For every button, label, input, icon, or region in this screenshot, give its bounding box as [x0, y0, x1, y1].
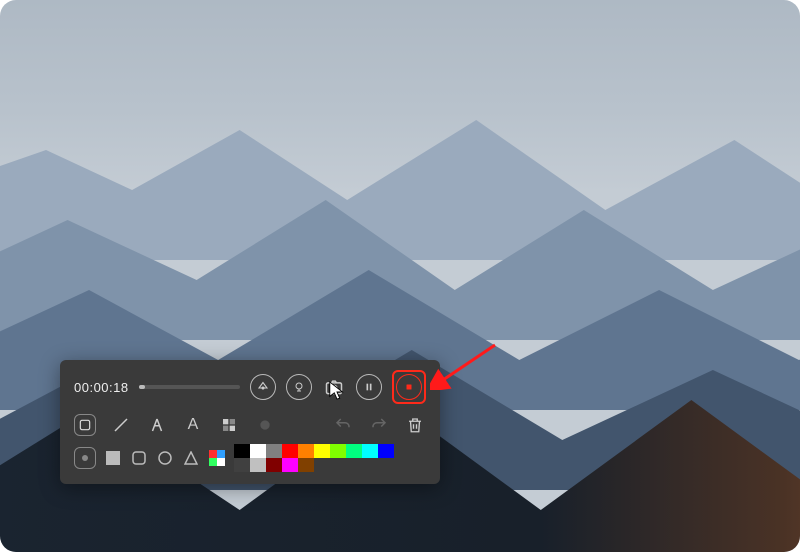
color-swatch[interactable]: [282, 458, 298, 472]
color-swatch[interactable]: [234, 444, 250, 458]
pause-button[interactable]: [356, 374, 382, 400]
color-swatch[interactable]: [330, 444, 346, 458]
triangle-shape[interactable]: [182, 449, 200, 467]
annotate-button[interactable]: [250, 374, 276, 400]
toolbar-row-controls: 00:00:18: [74, 370, 426, 404]
color-swatch[interactable]: [234, 458, 250, 472]
text-tool[interactable]: A: [182, 414, 204, 436]
color-swatch[interactable]: [250, 458, 266, 472]
line-tool[interactable]: [110, 414, 132, 436]
delete-button[interactable]: [404, 414, 426, 436]
color-swatch[interactable]: [282, 444, 298, 458]
recording-progress-fill: [139, 385, 145, 389]
outline-square-shape[interactable]: [130, 449, 148, 467]
recording-progress[interactable]: [139, 385, 240, 389]
toolbar-row-shapes: [74, 444, 426, 472]
color-swatch[interactable]: [298, 444, 314, 458]
circle-shape[interactable]: [156, 449, 174, 467]
color-swatch[interactable]: [298, 458, 314, 472]
color-swatch[interactable]: [362, 444, 378, 458]
filled-square-shape[interactable]: [104, 449, 122, 467]
color-swatch[interactable]: [378, 444, 394, 458]
stop-button[interactable]: [396, 374, 422, 400]
caliper-tool[interactable]: [146, 414, 168, 436]
redo-button[interactable]: [368, 414, 390, 436]
screenshot-button[interactable]: [322, 375, 346, 399]
color-swatch[interactable]: [346, 444, 362, 458]
color-swatch[interactable]: [266, 444, 282, 458]
rectangle-tool[interactable]: [74, 414, 96, 436]
color-swatch[interactable]: [266, 458, 282, 472]
color-swatch[interactable]: [314, 444, 330, 458]
color-swatch[interactable]: [250, 444, 266, 458]
toolbar-row-tools: A: [74, 414, 426, 436]
undo-button[interactable]: [332, 414, 354, 436]
color-picker-button[interactable]: [208, 449, 226, 467]
recording-timer: 00:00:18: [74, 380, 129, 395]
webcam-button[interactable]: [286, 374, 312, 400]
brush-tool[interactable]: [254, 414, 276, 436]
color-palette: [234, 444, 394, 472]
stroke-thickness[interactable]: [74, 447, 96, 469]
mosaic-tool[interactable]: [218, 414, 240, 436]
stop-button-highlight: [392, 370, 426, 404]
recording-toolbar: 00:00:18: [60, 360, 440, 484]
